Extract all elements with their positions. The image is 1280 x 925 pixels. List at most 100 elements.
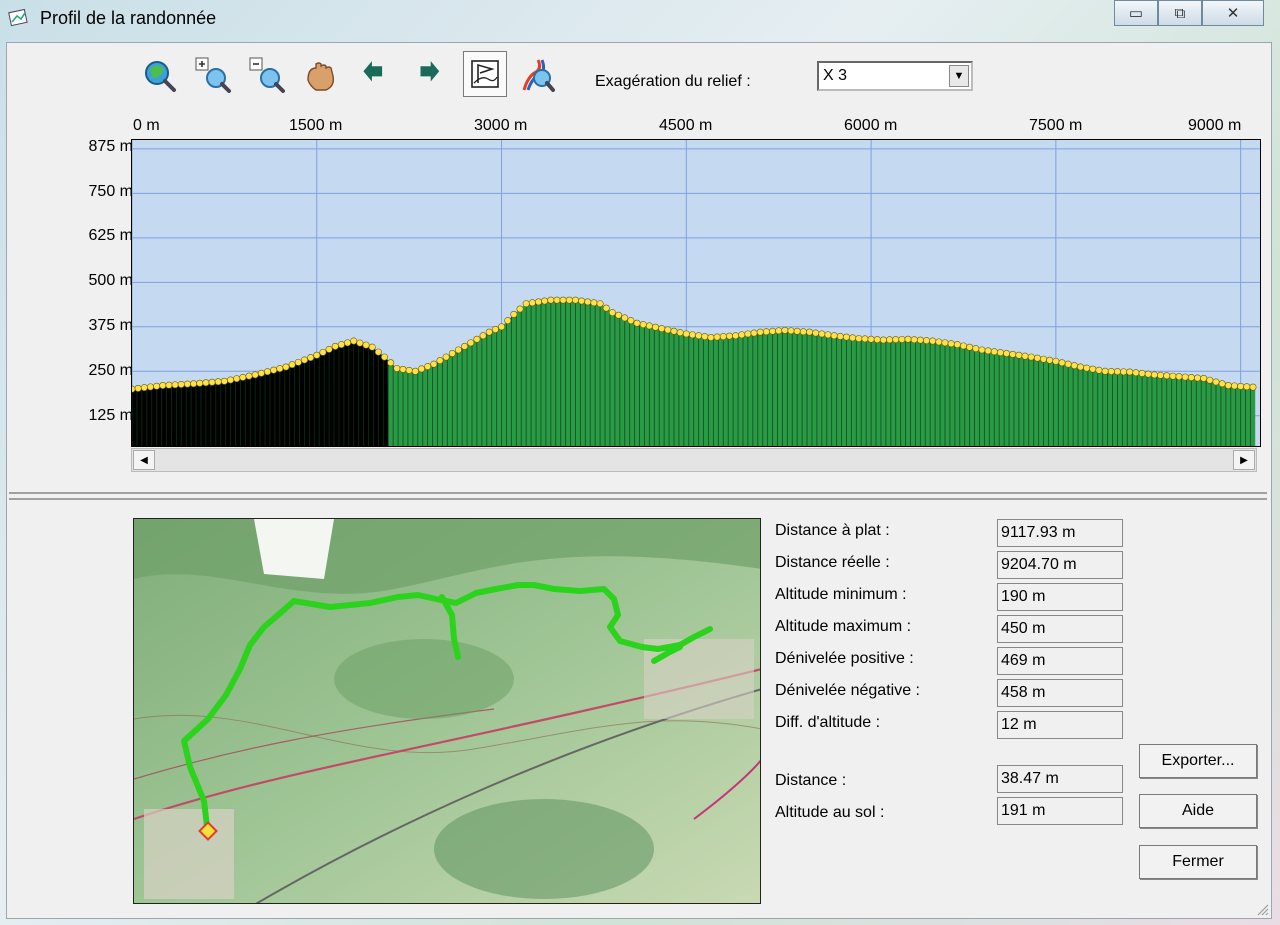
stat-label: Distance à plat : bbox=[775, 522, 890, 539]
profile-point bbox=[264, 368, 271, 376]
profile-point bbox=[547, 296, 555, 304]
profile-point bbox=[639, 321, 647, 329]
profile-point bbox=[1083, 364, 1091, 372]
profile-point bbox=[436, 357, 444, 365]
exaggeration-value: X 3 bbox=[823, 67, 848, 84]
profile-point bbox=[861, 335, 869, 343]
profile-point bbox=[1058, 359, 1066, 367]
profile-point bbox=[1040, 355, 1048, 363]
profile-point bbox=[652, 323, 660, 331]
profile-point bbox=[1157, 371, 1165, 379]
profile-point bbox=[793, 327, 801, 335]
profile-point bbox=[270, 366, 278, 374]
profile-point bbox=[658, 325, 666, 333]
profile-point bbox=[257, 369, 265, 377]
profile-point bbox=[830, 332, 838, 340]
profile-point bbox=[873, 336, 881, 344]
profile-point bbox=[528, 299, 536, 307]
profile-point bbox=[411, 367, 419, 375]
profile-point bbox=[990, 348, 998, 356]
profile-point bbox=[947, 340, 955, 348]
profile-point bbox=[1101, 367, 1109, 375]
x-tick-label: 7500 m bbox=[1029, 117, 1083, 134]
resize-grip-icon[interactable] bbox=[1255, 902, 1269, 916]
zoom-extent-icon bbox=[145, 61, 176, 92]
profile-point bbox=[984, 347, 992, 355]
dialog-client: Exagération du relief : X 3 ▼ 0 m 1500 m 3… bbox=[6, 42, 1272, 919]
profile-point bbox=[245, 372, 253, 380]
exaggeration-select[interactable]: X 3 ▼ bbox=[817, 61, 973, 91]
profile-point bbox=[941, 339, 949, 347]
chevron-down-icon[interactable]: ▼ bbox=[949, 65, 969, 87]
y-tick-label: 750 m bbox=[88, 182, 133, 200]
profile-point bbox=[744, 330, 752, 338]
profile-point bbox=[233, 375, 241, 383]
profile-point bbox=[177, 380, 185, 388]
chart-scrollbar[interactable]: ◀ ▶ bbox=[131, 448, 1257, 472]
help-button[interactable]: Aide bbox=[1139, 794, 1257, 828]
profile-point bbox=[491, 325, 499, 333]
profile-flag-tool-button[interactable] bbox=[463, 51, 507, 97]
profile-point bbox=[553, 296, 561, 304]
zoom-in-tool-button[interactable] bbox=[191, 53, 235, 97]
zoom-extent-tool-button[interactable] bbox=[137, 53, 181, 97]
profile-point bbox=[208, 378, 216, 386]
profile-point bbox=[966, 343, 974, 351]
profile-point bbox=[417, 365, 425, 373]
splitter[interactable] bbox=[9, 492, 1267, 500]
route-zoom-tool-button[interactable] bbox=[515, 53, 559, 97]
profile-point bbox=[1046, 356, 1054, 364]
scroll-left-icon[interactable]: ◀ bbox=[133, 450, 155, 470]
stat-label: Diff. d'altitude : bbox=[775, 714, 881, 731]
arrow-right-tool-button[interactable] bbox=[407, 53, 451, 97]
profile-point bbox=[1243, 383, 1251, 391]
profile-point bbox=[442, 353, 450, 361]
profile-point bbox=[276, 365, 284, 373]
close-window-button[interactable]: ✕ bbox=[1202, 0, 1264, 26]
profile-point bbox=[454, 346, 462, 354]
profile-point bbox=[602, 304, 610, 312]
elevation-profile-chart[interactable] bbox=[131, 139, 1261, 447]
maximize-button[interactable]: ⧉ bbox=[1158, 0, 1202, 26]
profile-point bbox=[350, 337, 358, 345]
close-button[interactable]: Fermer bbox=[1139, 845, 1257, 879]
arrow-left-tool-button[interactable] bbox=[353, 53, 397, 97]
profile-point bbox=[886, 336, 894, 344]
profile-point bbox=[978, 346, 986, 354]
stat-value: 469 m bbox=[997, 647, 1123, 675]
profile-point bbox=[522, 300, 530, 308]
profile-point bbox=[732, 332, 740, 340]
profile-point bbox=[1163, 372, 1171, 380]
scroll-right-icon[interactable]: ▶ bbox=[1233, 450, 1255, 470]
profile-point bbox=[695, 332, 703, 340]
stat-label: Altitude minimum : bbox=[775, 586, 907, 603]
zoom-out-icon bbox=[249, 57, 285, 93]
window-title: Profil de la randonnée bbox=[40, 8, 217, 28]
profile-point bbox=[132, 385, 136, 393]
profile-point bbox=[1113, 368, 1121, 376]
x-tick-label: 9000 m bbox=[1188, 117, 1242, 134]
profile-point bbox=[1009, 350, 1017, 358]
profile-point bbox=[559, 296, 567, 304]
route-map[interactable] bbox=[133, 518, 761, 904]
profile-point bbox=[738, 331, 746, 339]
profile-point bbox=[633, 319, 641, 327]
profile-point bbox=[331, 342, 339, 350]
x-tick-label: 6000 m bbox=[844, 117, 898, 134]
profile-point bbox=[202, 379, 210, 387]
zoom-out-tool-button[interactable] bbox=[245, 53, 289, 97]
profile-point bbox=[1126, 368, 1134, 376]
profile-point bbox=[159, 382, 167, 389]
profile-point bbox=[910, 336, 918, 344]
minimize-button[interactable]: ▭ bbox=[1114, 0, 1158, 26]
profile-point bbox=[750, 329, 758, 337]
stat-label: Dénivelée négative : bbox=[775, 682, 920, 699]
pan-hand-tool-button[interactable] bbox=[299, 53, 343, 97]
arrow-left-icon bbox=[363, 61, 383, 82]
profile-point bbox=[337, 341, 345, 349]
title-bar[interactable]: Profil de la randonnée ▭ ⧉ ✕ bbox=[0, 0, 1280, 38]
profile-point bbox=[183, 380, 191, 388]
y-tick-label: 375 m bbox=[88, 317, 133, 335]
profile-point bbox=[1181, 373, 1189, 381]
export-button[interactable]: Exporter... bbox=[1139, 744, 1257, 778]
